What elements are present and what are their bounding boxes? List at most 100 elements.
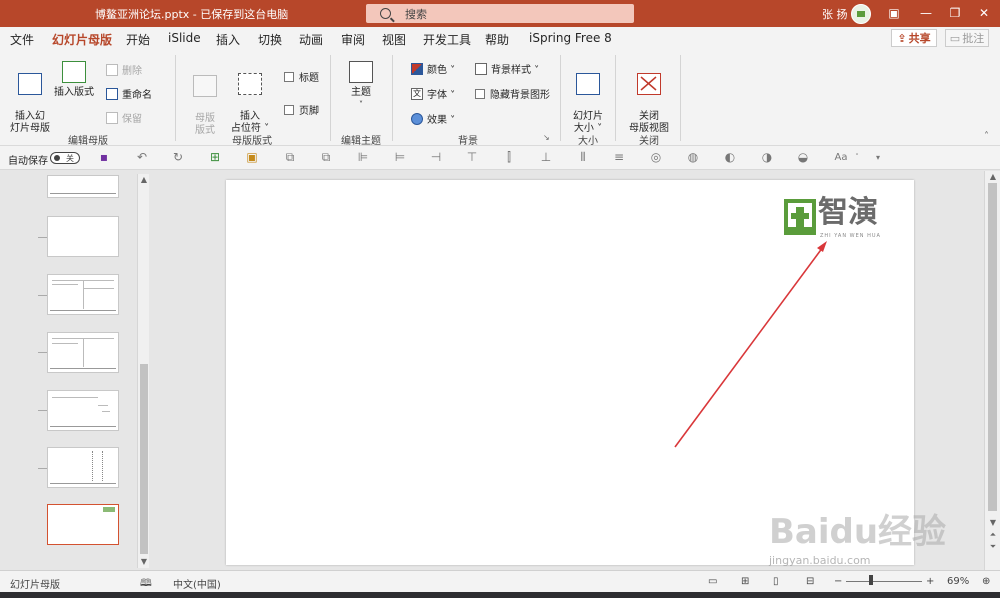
tab-home[interactable]: 开始 — [126, 31, 150, 48]
close-icon[interactable]: ✕ — [971, 3, 997, 23]
merge-shapes-icon[interactable]: ◎ — [649, 151, 663, 164]
scroll-up-icon[interactable]: ▲ — [138, 174, 150, 186]
tab-developer[interactable]: 开发工具 — [423, 31, 471, 48]
background-styles-button[interactable]: 背景样式 ˅ — [475, 61, 539, 76]
previous-slide-icon[interactable]: ⏶ — [987, 529, 999, 541]
undo-icon[interactable]: ↶ — [135, 151, 149, 164]
tab-insert[interactable]: 插入 — [216, 31, 240, 48]
font-dropdown-icon[interactable]: ˅ — [850, 151, 864, 164]
normal-view-icon[interactable]: ▭ — [708, 576, 717, 587]
user-name[interactable]: 张 扬 — [822, 6, 848, 22]
customize-toolbar-icon[interactable]: ▾ — [871, 151, 885, 164]
format-painter-icon[interactable]: ⊞ — [208, 151, 222, 164]
distribute-vertical-icon[interactable]: ≡ — [612, 151, 626, 164]
tab-help[interactable]: 帮助 — [485, 31, 509, 48]
rename-label: 重命名 — [122, 90, 152, 101]
ribbon-display-options-icon[interactable]: ▣ — [881, 3, 907, 23]
tab-islide[interactable]: iSlide — [168, 31, 201, 45]
zoom-slider-knob[interactable] — [869, 575, 873, 585]
restore-icon[interactable]: ❐ — [942, 3, 968, 23]
delete-button[interactable]: 删除 — [106, 62, 142, 77]
slide-thumbnail[interactable] — [47, 216, 119, 257]
scroll-up-icon[interactable]: ▲ — [987, 171, 999, 183]
slide-thumbnail[interactable] — [47, 274, 119, 315]
dialog-launcher-icon[interactable]: ↘ — [543, 133, 550, 142]
comments-button[interactable]: ▭ 批注 — [945, 29, 989, 47]
title-checkbox[interactable]: 标题 — [284, 69, 319, 84]
insert-layout-button[interactable]: 插入版式 — [52, 61, 96, 99]
language-indicator[interactable]: 中文(中国) — [173, 576, 221, 591]
slide-size-button[interactable]: 幻灯片 大小 ˅ — [570, 61, 606, 135]
zoom-level[interactable]: 69% — [947, 576, 969, 587]
shape-icon[interactable]: ▣ — [245, 151, 259, 164]
hide-background-checkbox[interactable]: 隐藏背景图形 — [475, 86, 550, 101]
share-button[interactable]: ⇪ 共享 — [891, 29, 937, 47]
align-middle-icon[interactable]: ⫿ — [502, 151, 516, 164]
intersect-icon[interactable]: ◒ — [796, 151, 810, 164]
slide-canvas[interactable]: 智演 ZHI YAN WEN HUA — [226, 180, 914, 565]
collapse-ribbon-icon[interactable]: ˄ — [984, 131, 989, 142]
avatar[interactable] — [851, 4, 871, 24]
tab-animations[interactable]: 动画 — [299, 31, 323, 48]
hide-background-checkbox-box[interactable] — [475, 88, 485, 99]
scroll-down-icon[interactable]: ▼ — [138, 556, 150, 568]
send-backward-icon[interactable]: ⧉ — [319, 151, 333, 164]
tab-transitions[interactable]: 切换 — [258, 31, 282, 48]
bring-forward-icon[interactable]: ⧉ — [283, 151, 297, 164]
tab-view[interactable]: 视图 — [382, 31, 406, 48]
slide-thumbnail[interactable] — [47, 390, 119, 431]
tab-slide-master[interactable]: 幻灯片母版 — [52, 31, 113, 52]
preserve-button[interactable]: 保留 — [106, 110, 142, 125]
align-right-icon[interactable]: ⊣ — [429, 151, 443, 164]
slide-thumbnail[interactable] — [47, 175, 119, 198]
combine-icon[interactable]: ◐ — [723, 151, 737, 164]
master-layout-button[interactable]: 母版 版式 — [188, 63, 222, 137]
tab-review[interactable]: 审阅 — [341, 31, 365, 48]
next-slide-icon[interactable]: ⏷ — [987, 541, 999, 553]
tab-ispring[interactable]: iSpring Free 8 — [529, 31, 612, 45]
insert-slide-master-button[interactable]: 插入幻 灯片母版 — [10, 61, 50, 135]
search-box[interactable]: 搜索 — [366, 4, 634, 23]
notes-icon[interactable]: 🕮 — [140, 576, 152, 593]
align-bottom-icon[interactable]: ⊥ — [539, 151, 553, 164]
minimize-icon[interactable]: — — [913, 3, 939, 23]
colors-button[interactable]: 颜色 ˅ — [411, 61, 455, 76]
slide-scrollbar-thumb[interactable] — [988, 183, 997, 511]
themes-button[interactable]: 主题 ˅ — [346, 61, 376, 111]
distribute-horizontal-icon[interactable]: ⫴ — [576, 151, 590, 164]
scroll-down-icon[interactable]: ▼ — [987, 517, 999, 529]
insert-placeholder-label: 插入 占位符 ˅ — [230, 111, 270, 134]
slideshow-icon[interactable]: ⊟ — [806, 576, 814, 587]
zoom-out-icon[interactable]: − — [834, 576, 842, 587]
zoom-in-icon[interactable]: + — [926, 576, 934, 587]
slide-scrollbar[interactable]: ▲ ▼ ⏶ ⏷ — [984, 171, 1000, 570]
fonts-button[interactable]: 文 字体 ˅ — [411, 86, 455, 101]
slide-thumbnail[interactable] — [47, 447, 119, 488]
title-checkbox-box[interactable] — [284, 71, 294, 82]
reading-view-icon[interactable]: ▯ — [773, 576, 779, 587]
autosave-toggle[interactable]: 关 — [50, 152, 80, 164]
rename-button[interactable]: 重命名 — [106, 86, 152, 101]
fragment-icon[interactable]: ◑ — [760, 151, 774, 164]
align-top-icon[interactable]: ⊤ — [465, 151, 479, 164]
zoom-slider[interactable] — [846, 581, 922, 582]
close-master-view-button[interactable]: 关闭 母版视图 — [628, 61, 670, 135]
insert-placeholder-button[interactable]: 插入 占位符 ˅ — [228, 61, 272, 135]
union-icon[interactable]: ◍ — [686, 151, 700, 164]
slide-sorter-icon[interactable]: ⊞ — [741, 576, 749, 587]
slide-thumbnail[interactable] — [47, 332, 119, 373]
slide-thumbnail-selected[interactable] — [47, 504, 119, 545]
tab-file[interactable]: 文件 — [10, 31, 34, 48]
footer-checkbox-box[interactable] — [284, 104, 294, 115]
fit-to-window-icon[interactable]: ⊕ — [982, 576, 990, 587]
align-left-icon[interactable]: ⊫ — [356, 151, 370, 164]
save-icon[interactable]: ▪ — [97, 151, 111, 164]
effects-button[interactable]: 效果 ˅ — [411, 111, 455, 126]
thumbnail-scrollbar[interactable]: ▲ ▼ — [137, 174, 149, 568]
align-center-icon[interactable]: ⊨ — [393, 151, 407, 164]
font-size-icon[interactable]: Aa — [832, 151, 850, 164]
footer-checkbox[interactable]: 页脚 — [284, 102, 319, 117]
close-master-view-icon — [637, 73, 661, 95]
thumbnail-scrollbar-thumb[interactable] — [140, 364, 148, 554]
redo-icon[interactable]: ↻ — [171, 151, 185, 164]
